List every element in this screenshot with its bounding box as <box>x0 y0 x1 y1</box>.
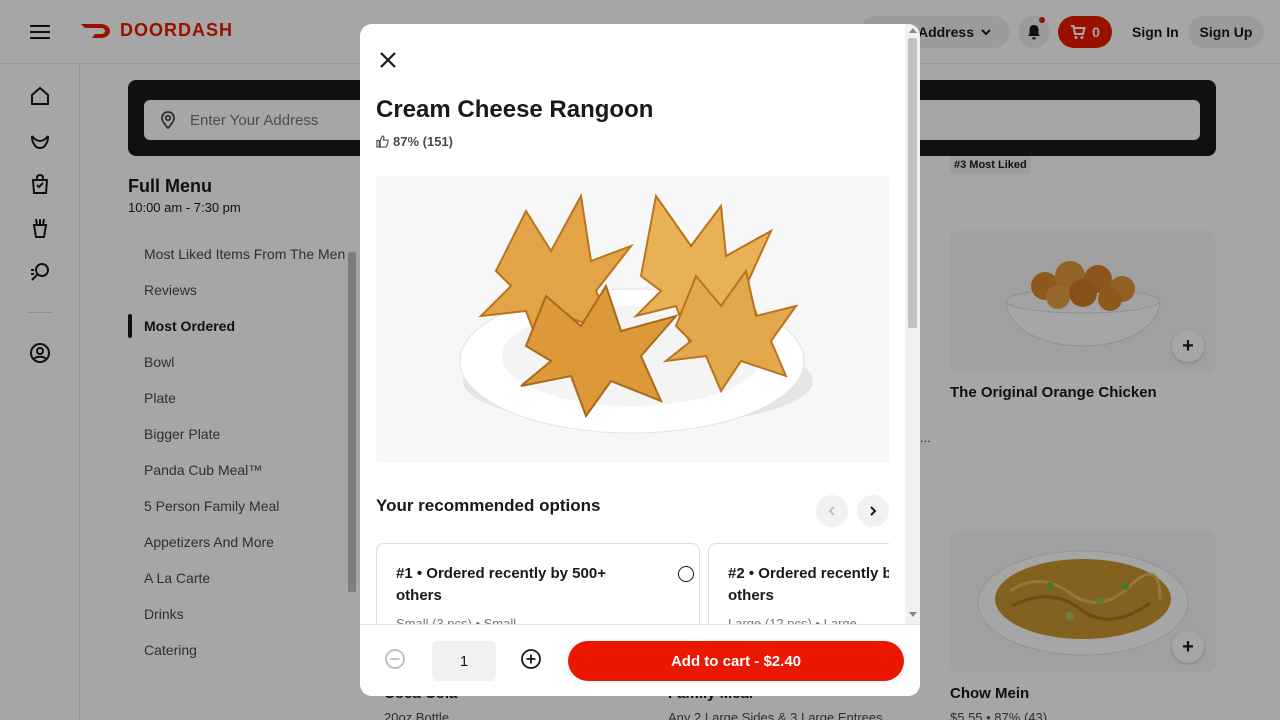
scroll-thumb[interactable] <box>908 38 917 328</box>
modal-footer: 1 Add to cart - $2.40 <box>360 624 920 696</box>
carousel-prev-button[interactable] <box>816 495 848 527</box>
scroll-down-arrow[interactable] <box>909 612 917 617</box>
item-hero-image <box>376 176 889 463</box>
item-modal: Cream Cheese Rangoon 87% (151) Your reco… <box>360 24 920 696</box>
close-button[interactable] <box>374 46 402 74</box>
thumbs-up-icon <box>376 135 389 148</box>
plus-circle-icon <box>521 649 541 669</box>
minus-circle-icon <box>385 649 405 669</box>
recommended-options-title: Your recommended options <box>376 496 601 515</box>
chevron-left-icon <box>828 506 835 516</box>
close-icon <box>380 52 396 68</box>
scroll-up-arrow[interactable] <box>909 28 917 33</box>
rating-text: 87% (151) <box>393 134 453 149</box>
decrease-quantity-button[interactable] <box>379 643 411 675</box>
increase-quantity-button[interactable] <box>515 643 547 675</box>
carousel-next-button[interactable] <box>857 495 889 527</box>
item-rating: 87% (151) <box>376 134 453 149</box>
item-title: Cream Cheese Rangoon <box>376 96 654 123</box>
option-label: #2 • Ordered recently by 500+ others <box>728 565 889 604</box>
modal-scrollbar[interactable] <box>905 24 920 624</box>
option-label: #1 • Ordered recently by 500+ others <box>396 565 606 604</box>
option-radio[interactable] <box>678 566 694 582</box>
quantity-value[interactable]: 1 <box>432 641 496 681</box>
chevron-right-icon <box>870 506 877 516</box>
add-to-cart-button[interactable]: Add to cart - $2.40 <box>568 641 904 681</box>
